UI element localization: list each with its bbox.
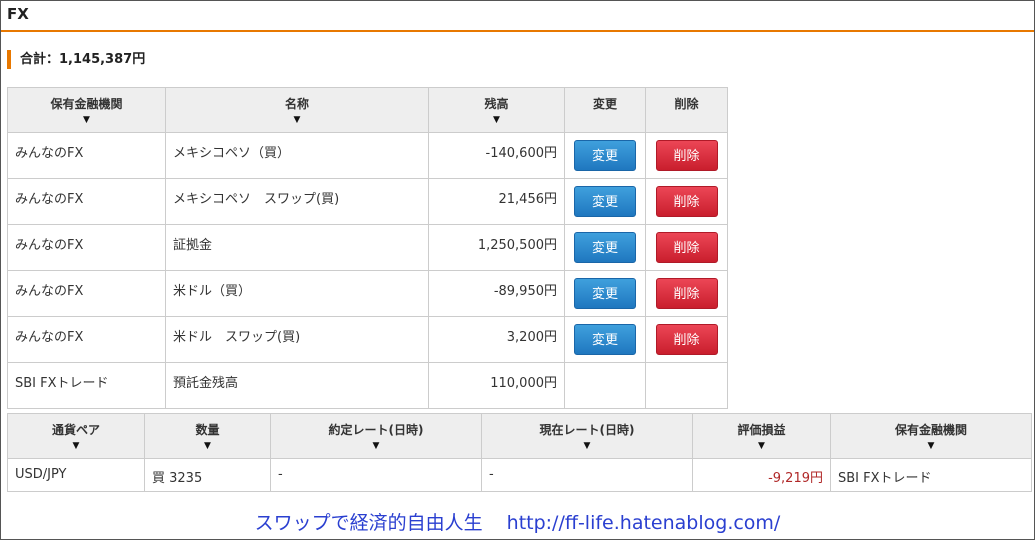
header-balance[interactable]: 残高 ▼ (428, 87, 565, 133)
edit-button[interactable]: 変更 (574, 278, 636, 309)
delete-button[interactable]: 削除 (655, 232, 718, 263)
cell-institution: SBI FXトレード (830, 458, 1032, 492)
cell-pl: -9,219円 (692, 458, 831, 492)
cell-quantity: 買 3235 (144, 458, 271, 492)
header-pl[interactable]: 評価損益 ▼ (692, 413, 831, 459)
cell-name: メキシコペソ（買） (165, 132, 429, 179)
cell-institution: みんなのFX (7, 224, 166, 271)
section-title: FX (7, 5, 29, 23)
cell-balance: 1,250,500円 (428, 224, 565, 271)
cell-edit: 変更 (564, 316, 646, 363)
cell-balance: 110,000円 (428, 362, 565, 409)
table-row: みんなのFX 米ドル（買） -89,950円 変更 削除 (7, 270, 728, 317)
delete-button[interactable]: 削除 (655, 324, 718, 355)
cell-contract-rate: - (270, 458, 482, 492)
header-current-rate[interactable]: 現在レート(日時) ▼ (481, 413, 693, 459)
sort-down-arrow-icon[interactable]: ▼ (271, 441, 481, 451)
header-delete: 削除 (645, 87, 728, 133)
header-institution[interactable]: 保有金融機関 ▼ (830, 413, 1032, 459)
cell-edit: 変更 (564, 224, 646, 271)
sort-down-arrow-icon[interactable]: ▼ (8, 115, 165, 125)
edit-button[interactable]: 変更 (574, 324, 636, 355)
cell-name: 米ドル（買） (165, 270, 429, 317)
cell-current-rate: - (481, 458, 693, 492)
cell-pair: USD/JPY (7, 458, 145, 492)
cell-institution: みんなのFX (7, 316, 166, 363)
sort-down-arrow-icon[interactable]: ▼ (693, 441, 830, 451)
delete-button[interactable]: 削除 (655, 140, 718, 171)
footer-url[interactable]: http://ff-life.hatenablog.com/ (507, 512, 781, 534)
table-row: みんなのFX 証拠金 1,250,500円 変更 削除 (7, 224, 728, 271)
cell-edit: 変更 (564, 178, 646, 225)
cell-institution: SBI FXトレード (7, 362, 166, 409)
cell-institution: みんなのFX (7, 270, 166, 317)
total-label: 合計：1,145,387円 (7, 50, 145, 69)
accounts-header-row: 保有金融機関 ▼ 名称 ▼ 残高 ▼ 変更 削除 (7, 87, 728, 133)
header-institution[interactable]: 保有金融機関 ▼ (7, 87, 166, 133)
footer-watermark: スワップで経済的自由人生 http://ff-life.hatenablog.co… (0, 508, 1035, 535)
cell-name: 米ドル スワップ(買) (165, 316, 429, 363)
edit-button[interactable]: 変更 (574, 232, 636, 263)
sort-down-arrow-icon[interactable]: ▼ (145, 441, 270, 451)
cell-delete: 削除 (645, 270, 728, 317)
table-row: みんなのFX メキシコペソ スワップ(買) 21,456円 変更 削除 (7, 178, 728, 225)
table-row: USD/JPY 買 3235 - - -9,219円 SBI FXトレード (7, 458, 1032, 492)
footer-text: スワップで経済的自由人生 (254, 512, 483, 534)
header-edit: 変更 (564, 87, 646, 133)
cell-balance: -140,600円 (428, 132, 565, 179)
cell-institution: みんなのFX (7, 178, 166, 225)
delete-button[interactable]: 削除 (655, 186, 718, 217)
cell-delete: 削除 (645, 132, 728, 179)
edit-button[interactable]: 変更 (574, 186, 636, 217)
section-divider (1, 30, 1034, 32)
cell-balance: 21,456円 (428, 178, 565, 225)
cell-delete: 削除 (645, 316, 728, 363)
header-name[interactable]: 名称 ▼ (165, 87, 429, 133)
table-row: みんなのFX メキシコペソ（買） -140,600円 変更 削除 (7, 132, 728, 179)
sort-down-arrow-icon[interactable]: ▼ (8, 441, 144, 451)
cell-balance: -89,950円 (428, 270, 565, 317)
cell-name: 証拠金 (165, 224, 429, 271)
positions-table: 通貨ペア ▼ 数量 ▼ 約定レート(日時) ▼ 現在レート(日時) ▼ 評価損益 ▼ 保有… (7, 413, 1032, 492)
sort-down-arrow-icon[interactable]: ▼ (831, 441, 1031, 451)
delete-button[interactable]: 削除 (655, 278, 718, 309)
edit-button[interactable]: 変更 (574, 140, 636, 171)
table-row: みんなのFX 米ドル スワップ(買) 3,200円 変更 削除 (7, 316, 728, 363)
accounts-table: 保有金融機関 ▼ 名称 ▼ 残高 ▼ 変更 削除 みんなのFX メキシコペソ（買） -… (7, 87, 728, 409)
cell-delete-empty (645, 362, 728, 409)
table-row: SBI FXトレード 預託金残高 110,000円 (7, 362, 728, 409)
header-contract-rate[interactable]: 約定レート(日時) ▼ (270, 413, 482, 459)
cell-name: 預託金残高 (165, 362, 429, 409)
cell-institution: みんなのFX (7, 132, 166, 179)
sort-down-arrow-icon[interactable]: ▼ (482, 441, 692, 451)
positions-header-row: 通貨ペア ▼ 数量 ▼ 約定レート(日時) ▼ 現在レート(日時) ▼ 評価損益 ▼ 保有… (7, 413, 1032, 459)
cell-name: メキシコペソ スワップ(買) (165, 178, 429, 225)
cell-edit: 変更 (564, 132, 646, 179)
header-pair[interactable]: 通貨ペア ▼ (7, 413, 145, 459)
cell-delete: 削除 (645, 224, 728, 271)
cell-balance: 3,200円 (428, 316, 565, 363)
sort-down-arrow-icon[interactable]: ▼ (429, 115, 564, 125)
cell-edit-empty (564, 362, 646, 409)
sort-down-arrow-icon[interactable]: ▼ (166, 115, 428, 125)
cell-edit: 変更 (564, 270, 646, 317)
cell-delete: 削除 (645, 178, 728, 225)
header-quantity[interactable]: 数量 ▼ (144, 413, 271, 459)
